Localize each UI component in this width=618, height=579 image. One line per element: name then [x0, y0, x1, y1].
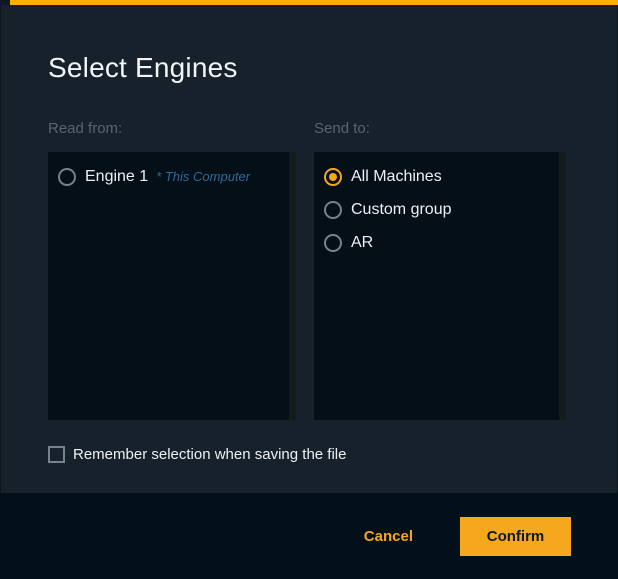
- select-engines-dialog: Select Engines Read from: Send to: Engin…: [0, 0, 618, 579]
- radio-unselected-icon[interactable]: [324, 234, 342, 252]
- page-title: Select Engines: [48, 52, 238, 84]
- cancel-button[interactable]: Cancel: [364, 528, 413, 545]
- send-option-label: All Machines: [351, 168, 442, 186]
- send-panel-scrollbar[interactable]: [559, 152, 566, 420]
- send-option-label: Custom group: [351, 201, 452, 219]
- accent-bar-notch: [0, 0, 10, 5]
- radio-unselected-icon[interactable]: [58, 168, 76, 186]
- radio-unselected-icon[interactable]: [324, 201, 342, 219]
- send-to-label: Send to:: [314, 120, 370, 137]
- send-option-ar[interactable]: AR: [314, 226, 566, 259]
- read-from-panel: Engine 1 * This Computer: [48, 152, 296, 420]
- read-from-label: Read from:: [48, 120, 122, 137]
- confirm-button[interactable]: Confirm: [460, 517, 571, 556]
- send-option-custom-group[interactable]: Custom group: [314, 193, 566, 226]
- engine-option-label: Engine 1: [85, 168, 148, 186]
- remember-checkbox-label: Remember selection when saving the file: [73, 446, 346, 463]
- send-option-all-machines[interactable]: All Machines: [314, 160, 566, 193]
- this-computer-note: * This Computer: [156, 169, 250, 184]
- remember-checkbox[interactable]: [48, 446, 65, 463]
- accent-top-bar: [0, 0, 618, 5]
- read-panel-scrollbar[interactable]: [289, 152, 296, 420]
- radio-selected-icon[interactable]: [324, 168, 342, 186]
- send-to-panel: All Machines Custom group AR: [314, 152, 566, 420]
- dialog-footer: Cancel Confirm: [0, 493, 618, 579]
- engine-option-engine-1[interactable]: Engine 1 * This Computer: [48, 160, 296, 193]
- send-option-label: AR: [351, 234, 373, 252]
- remember-selection-row[interactable]: Remember selection when saving the file: [48, 446, 346, 463]
